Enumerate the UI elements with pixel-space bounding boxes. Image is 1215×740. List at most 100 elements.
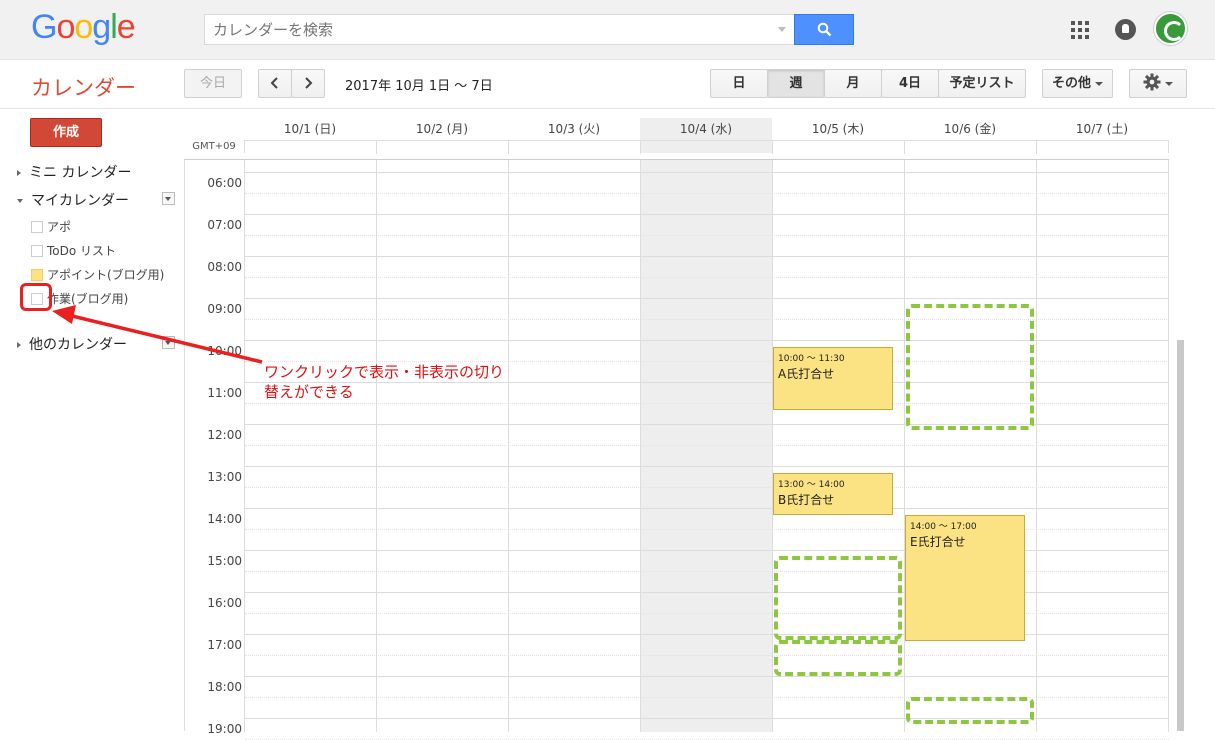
timezone-label: GMT+09	[192, 141, 236, 152]
account-avatar[interactable]	[1154, 12, 1187, 45]
today-column-highlight	[641, 160, 773, 732]
other-calendars-label: 他のカレンダー	[29, 337, 127, 353]
prev-week-button[interactable]	[258, 69, 292, 98]
half-hour-line	[245, 445, 1169, 446]
search-icon	[817, 22, 832, 37]
logo-letter: o	[74, 8, 93, 46]
time-grid[interactable]: 06:00 07:00 08:00 09:00 10:00 11:00 12:00 13:00…	[184, 159, 1169, 740]
calendar-event[interactable]: 14:00 ～ 17:00 E氏打合せ	[905, 515, 1026, 641]
search-box[interactable]	[204, 14, 795, 45]
day-column-divider	[376, 160, 377, 732]
mini-calendar-toggle[interactable]: ミニ カレンダー	[17, 162, 131, 182]
my-calendars-toggle[interactable]: マイカレンダー	[17, 190, 129, 210]
date-range-label: 2017年 10月 1日 ～ 7日	[345, 79, 493, 94]
other-calendars-toggle[interactable]: 他のカレンダー	[17, 334, 127, 354]
view-agenda-button[interactable]: 予定リスト	[938, 69, 1026, 98]
allday-divider	[904, 141, 905, 154]
hour-line	[245, 508, 1169, 509]
day-column-divider	[1168, 160, 1169, 732]
time-label: 11:00	[207, 386, 242, 400]
time-label: 06:00	[207, 176, 242, 190]
time-label: 14:00	[207, 512, 242, 526]
time-label: 16:00	[207, 596, 242, 610]
create-event-button[interactable]: 作成	[30, 118, 102, 147]
time-label: 13:00	[207, 470, 242, 484]
day-column-header[interactable]: 10/1 (日)	[244, 118, 376, 140]
collapse-arrow-icon	[17, 199, 23, 203]
notifications-bell-icon[interactable]	[1115, 19, 1136, 40]
calendar-color-checkbox[interactable]	[31, 245, 43, 257]
search-input[interactable]	[205, 15, 765, 44]
gear-icon	[1143, 73, 1161, 91]
day-column-header[interactable]: 10/2 (月)	[376, 118, 508, 140]
allday-divider	[640, 141, 641, 154]
chevron-right-icon	[305, 77, 313, 89]
half-hour-line	[245, 529, 1169, 530]
hidden-event-outline	[774, 640, 902, 676]
chevron-down-icon	[1095, 81, 1103, 86]
day-column-header[interactable]: 10/7 (土)	[1036, 118, 1168, 140]
scrollbar[interactable]	[1177, 340, 1184, 731]
time-label: 15:00	[207, 554, 242, 568]
day-column-header[interactable]: 10/6 (金)	[904, 118, 1036, 140]
calendar-item-appointment-blog[interactable]: アポイント(ブログ用)	[31, 266, 164, 283]
view-week-button[interactable]: 週	[767, 69, 825, 98]
allday-divider	[508, 141, 509, 154]
calendar-color-checkbox[interactable]	[31, 269, 43, 281]
today-button[interactable]: 今日	[184, 69, 242, 98]
next-week-button[interactable]	[291, 69, 325, 98]
header-divider	[0, 108, 1215, 109]
calendar-event[interactable]: 13:00 ～ 14:00 B氏打合せ	[773, 473, 894, 515]
my-calendars-label: マイカレンダー	[31, 193, 129, 209]
day-column-divider	[1036, 160, 1037, 732]
week-grid: 10/1 (日) 10/2 (月) 10/3 (火) 10/4 (水) 10/5 (木)…	[184, 118, 1169, 740]
time-label: 12:00	[207, 428, 242, 442]
calendar-item-todo[interactable]: ToDo リスト	[31, 242, 116, 259]
calendar-item-label: アポ	[47, 220, 72, 234]
apps-grid-icon[interactable]	[1071, 21, 1089, 39]
event-time: 13:00 ～ 14:00	[778, 480, 845, 490]
day-column-divider	[244, 160, 245, 732]
hour-line	[245, 466, 1169, 467]
day-column-header[interactable]: 10/4 (水)	[640, 118, 772, 140]
settings-button[interactable]	[1129, 69, 1187, 98]
hour-line	[245, 676, 1169, 677]
logo-letter: o	[56, 8, 75, 46]
day-column-divider	[904, 160, 905, 732]
calendar-color-checkbox[interactable]	[31, 221, 43, 233]
calendar-item-label: ToDo リスト	[47, 244, 117, 258]
google-logo[interactable]: Google	[31, 8, 136, 47]
calendar-event[interactable]: 10:00 ～ 11:30 A氏打合せ	[773, 347, 894, 410]
calendar-item-apo[interactable]: アポ	[31, 218, 71, 235]
view-month-button[interactable]: 月	[824, 69, 882, 98]
search-button[interactable]	[794, 14, 854, 45]
annotation-line-1: ワンクリックで表示・非表示の切り	[264, 363, 505, 381]
allday-divider	[772, 141, 773, 154]
view-day-button[interactable]: 日	[710, 69, 768, 98]
half-hour-line	[245, 571, 1169, 572]
chevron-left-icon	[270, 77, 278, 89]
time-label: 08:00	[207, 260, 242, 274]
time-label: 09:00	[207, 302, 242, 316]
mini-calendar-label: ミニ カレンダー	[29, 165, 132, 181]
my-calendars-options-icon[interactable]	[162, 192, 175, 205]
calendar-item-label: 作業(ブログ用)	[47, 292, 129, 306]
expand-arrow-icon	[17, 342, 21, 348]
day-column-header[interactable]: 10/3 (火)	[508, 118, 640, 140]
hidden-event-outline	[906, 304, 1034, 430]
day-column-header[interactable]: 10/5 (木)	[772, 118, 904, 140]
view-4day-button[interactable]: 4日	[881, 69, 939, 98]
more-menu-button[interactable]: その他	[1042, 69, 1113, 98]
half-hour-line	[245, 613, 1169, 614]
hidden-event-outline	[774, 556, 902, 640]
hour-line	[245, 298, 1169, 299]
all-day-row[interactable]	[244, 140, 1169, 154]
search-options-caret-icon[interactable]	[778, 27, 786, 32]
hour-line	[245, 214, 1169, 215]
day-column-divider	[772, 160, 773, 732]
time-label: 10:00	[207, 344, 242, 358]
other-calendars-options-icon[interactable]	[162, 336, 175, 349]
event-title: B氏打合せ	[778, 493, 835, 507]
chevron-down-icon	[1165, 81, 1173, 86]
hour-line	[245, 550, 1169, 551]
